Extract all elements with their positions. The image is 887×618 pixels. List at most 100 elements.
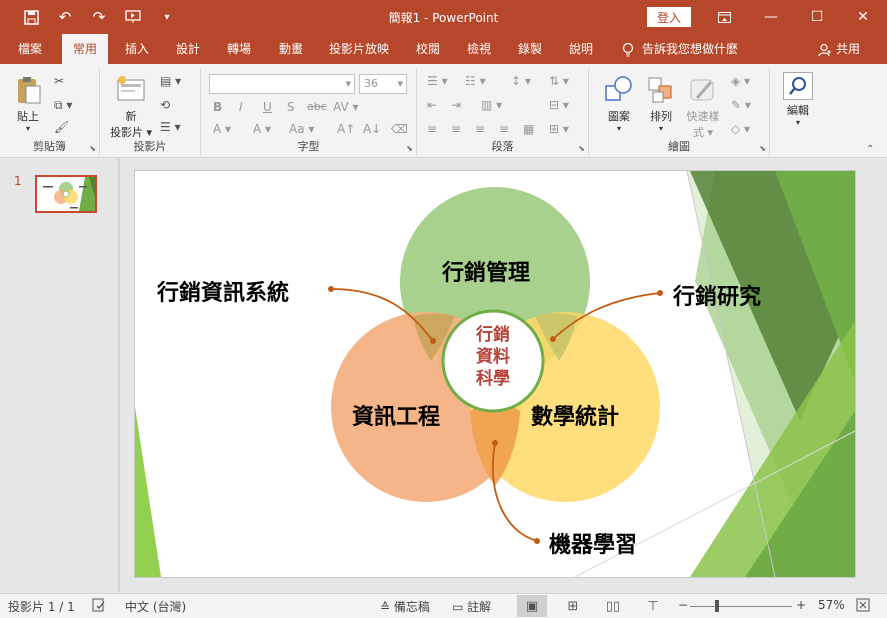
circle-right-label[interactable]: 數學統計 bbox=[531, 399, 619, 431]
shape-fill-icon[interactable]: ◈ ▾ bbox=[731, 74, 750, 88]
tab-review[interactable]: 校閱 bbox=[410, 34, 446, 64]
paragraph-launcher-icon[interactable]: ⬊ bbox=[578, 144, 585, 153]
sign-in-button[interactable]: 登入 bbox=[647, 7, 691, 27]
tab-recording[interactable]: 錄製 bbox=[512, 34, 548, 64]
shape-effects-icon[interactable]: ◇ ▾ bbox=[731, 122, 750, 136]
tell-me-search[interactable]: 告訴我您想做什麼 bbox=[622, 34, 738, 64]
slide-canvas[interactable]: 行銷管理 資訊工程 數學統計 行銷 資料 科學 行銷資訊系統 行銷研究 機器學習 bbox=[135, 171, 855, 577]
shape-outline-icon[interactable]: ✎ ▾ bbox=[731, 98, 751, 112]
center-label-line-1: 行銷 bbox=[476, 325, 510, 345]
numbering-icon[interactable]: ☷ ▾ bbox=[465, 74, 486, 88]
minimize-icon[interactable]: — bbox=[748, 0, 794, 34]
zoom-slider-thumb[interactable] bbox=[714, 600, 719, 612]
paragraph-group-label: 段落 bbox=[491, 140, 514, 153]
copy-icon[interactable]: ⧉ ▾ bbox=[54, 98, 72, 113]
tab-design[interactable]: 設計 bbox=[170, 34, 206, 64]
tab-slideshow[interactable]: 投影片放映 bbox=[323, 34, 395, 64]
circle-top-label[interactable]: 行銷管理 bbox=[442, 255, 530, 287]
spelling-check-icon[interactable] bbox=[92, 598, 106, 615]
callout-ml-label[interactable]: 機器學習 bbox=[549, 527, 637, 559]
font-size-dropdown[interactable]: 36 ▾ bbox=[359, 74, 407, 94]
slide-thumbnail-pane bbox=[0, 159, 118, 592]
font-launcher-icon[interactable]: ⬊ bbox=[406, 144, 413, 153]
tab-home[interactable]: 常用 bbox=[62, 34, 108, 64]
clipboard-launcher-icon[interactable]: ⬊ bbox=[89, 144, 96, 153]
circle-left-label[interactable]: 資訊工程 bbox=[352, 399, 440, 431]
tab-view[interactable]: 檢視 bbox=[461, 34, 497, 64]
font-color-icon[interactable]: A ▾ bbox=[213, 122, 231, 136]
font-color-text-icon[interactable]: A ▾ bbox=[253, 122, 271, 136]
tab-animations[interactable]: 動畫 bbox=[273, 34, 309, 64]
columns-icon[interactable]: ▥ ▾ bbox=[481, 98, 502, 112]
slideshow-view-icon[interactable]: ⊤ bbox=[638, 595, 668, 617]
tab-file[interactable]: 檔案 bbox=[12, 34, 48, 64]
decrease-indent-icon[interactable]: ⇤ bbox=[427, 98, 437, 112]
ribbon: 貼上 ▾ ✂ ⧉ ▾ 🖌 剪貼簿 ⬊ 新 投影片 ▾ ▤ ▾ ⟲ ☰ ▾ 投影片… bbox=[0, 64, 887, 158]
italic-icon[interactable]: I bbox=[239, 100, 243, 114]
reading-view-icon[interactable]: ▯▯ bbox=[598, 595, 628, 617]
new-slide-button[interactable]: 新 投影片 ▾ bbox=[106, 74, 156, 140]
shapes-button[interactable]: 圖案 ▾ bbox=[599, 74, 639, 133]
arrange-button[interactable]: 排列 ▾ bbox=[641, 74, 681, 133]
share-button[interactable]: 共用 bbox=[818, 34, 860, 64]
comments-button[interactable]: ▭ 註解 bbox=[452, 598, 491, 615]
tab-help[interactable]: 說明 bbox=[563, 34, 599, 64]
format-painter-icon[interactable]: 🖌 bbox=[54, 120, 69, 134]
close-icon[interactable]: ✕ bbox=[840, 0, 886, 34]
language-indicator[interactable]: 中文 (台灣) bbox=[125, 598, 186, 615]
center-label[interactable]: 行銷 資料 科學 bbox=[463, 324, 523, 390]
increase-font-icon[interactable]: A↑ bbox=[337, 122, 355, 136]
slide-thumbnail[interactable] bbox=[35, 175, 97, 213]
collapse-ribbon-icon[interactable]: ⌃ bbox=[866, 144, 874, 155]
section-icon[interactable]: ☰ ▾ bbox=[160, 120, 181, 134]
zoom-level[interactable]: 57% bbox=[818, 598, 845, 612]
smartart-icon[interactable]: ⊞ ▾ bbox=[549, 122, 569, 136]
char-spacing-icon[interactable]: AV ▾ bbox=[333, 100, 359, 114]
pane-splitter[interactable] bbox=[118, 159, 120, 592]
align-center-icon[interactable]: ≡ bbox=[451, 122, 461, 136]
slide-count[interactable]: 投影片 1 / 1 bbox=[8, 598, 75, 615]
editing-button[interactable]: 編輯 ▾ bbox=[780, 72, 816, 127]
clipboard-group-label: 剪貼簿 bbox=[33, 140, 66, 153]
lightbulb-icon bbox=[622, 34, 634, 64]
callout-research-label[interactable]: 行銷研究 bbox=[673, 279, 761, 311]
font-name-dropdown[interactable]: ▾ bbox=[209, 74, 355, 94]
zoom-out-icon[interactable]: − bbox=[678, 598, 688, 612]
increase-indent-icon[interactable]: ⇥ bbox=[451, 98, 461, 112]
zoom-slider[interactable] bbox=[690, 606, 792, 607]
editing-group: 編輯 ▾ bbox=[770, 68, 828, 156]
text-direction-icon[interactable]: ⇅ ▾ bbox=[549, 74, 569, 88]
line-spacing-icon[interactable]: ↕ ▾ bbox=[511, 74, 531, 88]
align-right-icon[interactable]: ≡ bbox=[475, 122, 485, 136]
drawing-launcher-icon[interactable]: ⬊ bbox=[759, 144, 766, 153]
bold-icon[interactable]: B bbox=[213, 100, 222, 114]
notes-button[interactable]: ≙ 備忘稿 bbox=[380, 598, 430, 615]
paste-button[interactable]: 貼上 ▾ bbox=[8, 74, 48, 133]
align-left-icon[interactable]: ≡ bbox=[427, 122, 437, 136]
decrease-font-icon[interactable]: A↓ bbox=[363, 122, 381, 136]
shadow-icon[interactable]: S bbox=[287, 100, 295, 114]
ribbon-display-options-icon[interactable] bbox=[701, 0, 747, 34]
change-case-icon[interactable]: Aa ▾ bbox=[289, 122, 314, 136]
callout-mis-label[interactable]: 行銷資訊系統 bbox=[157, 275, 289, 307]
tab-transitions[interactable]: 轉場 bbox=[221, 34, 257, 64]
normal-view-icon[interactable]: ▣ bbox=[517, 595, 547, 617]
quick-styles-icon bbox=[687, 74, 719, 106]
justify-icon[interactable]: ≡ bbox=[499, 122, 509, 136]
distributed-icon[interactable]: ▦ bbox=[523, 122, 534, 136]
slide-sorter-icon[interactable]: ⊞ bbox=[558, 595, 588, 617]
tab-insert[interactable]: 插入 bbox=[119, 34, 155, 64]
bullets-icon[interactable]: ☰ ▾ bbox=[427, 74, 448, 88]
quick-styles-button[interactable]: 快速樣 式 ▾ bbox=[681, 74, 725, 140]
align-text-icon[interactable]: ⊟ ▾ bbox=[549, 98, 569, 112]
fit-to-window-icon[interactable] bbox=[856, 598, 870, 615]
cut-icon[interactable]: ✂ bbox=[54, 74, 64, 88]
layout-icon[interactable]: ▤ ▾ bbox=[160, 74, 181, 88]
strikethrough-icon[interactable]: abc bbox=[307, 100, 327, 113]
center-label-line-2: 資料 bbox=[476, 347, 510, 367]
clear-formatting-icon[interactable]: ⌫ bbox=[391, 122, 408, 136]
maximize-icon[interactable]: ☐ bbox=[794, 0, 840, 34]
reset-icon[interactable]: ⟲ bbox=[160, 98, 170, 112]
zoom-in-icon[interactable]: + bbox=[796, 598, 806, 612]
underline-icon[interactable]: U bbox=[263, 100, 272, 114]
